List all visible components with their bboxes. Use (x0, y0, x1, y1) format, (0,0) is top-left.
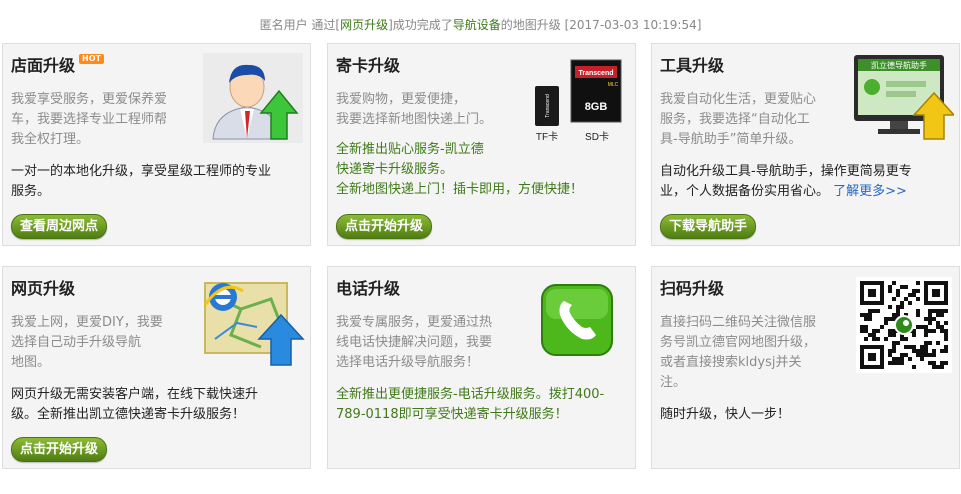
card-tool-upgrade: 工具升级 我爱自动化生活，更爱贴心 服务，我要选择“自动化工 具-导航助手”简单… (651, 43, 960, 246)
card-title: 寄卡升级 (336, 56, 401, 75)
card-scan-upgrade: 扫码升级 直接扫码二维码关注微信服 务号凯立德官网地图升级， 或者直接搜索kld… (651, 266, 960, 469)
card-title: 电话升级 (336, 279, 401, 298)
card-description: 直接扫码二维码关注微信服 务号凯立德官网地图升级， 或者直接搜索kldysj并关… (660, 315, 817, 390)
card-web-upgrade: 网页升级 我爱上网，更爱DIY，我要 选择自己动手升级导航 地图。 网页升级无需… (2, 266, 311, 469)
notice-middle: ]成功完成了 (388, 18, 453, 32)
find-stores-button[interactable]: 查看周边网点 (11, 214, 108, 239)
card-info: 随时升级，快人一步！ (660, 407, 791, 422)
notice-device-link[interactable]: 导航设备 (453, 18, 501, 32)
card-description: 我爱购物，更爱便捷， 我要选择新地图快递上门。 (336, 92, 493, 127)
sd-card-label: SD卡 (585, 130, 609, 143)
tf-card-brand: Transcend (545, 94, 551, 118)
learn-more-link[interactable]: 了解更多>> (833, 184, 907, 199)
card-store-upgrade: 店面升级 HOT 我爱享受服务，更爱保养爱 车，我要选择专业工程师帮 我全权打理。… (2, 43, 311, 246)
card-title: 网页升级 (11, 279, 76, 298)
notice-prefix: 匿名用户 通过[ (259, 18, 341, 32)
card-title: 工具升级 (660, 56, 725, 75)
card-description: 我爱专属服务，更爱通过热 线电话快捷解决问题，我要 选择电话升级导航服务！ (336, 315, 493, 370)
card-info: 一对一的本地化升级，享受星级工程师的专业 服务。 (11, 164, 272, 199)
phone-icon (541, 284, 613, 356)
download-assistant-button[interactable]: 下载导航助手 (660, 214, 757, 239)
monitor-tool-icon: 凯立德导航助手 (854, 55, 954, 140)
card-description: 我爱自动化生活，更爱贴心 服务，我要选择“自动化工 具-导航助手”简单升级。 (660, 92, 817, 147)
start-upgrade-button[interactable]: 点击开始升级 (11, 437, 108, 462)
card-info: 全新推出贴心服务-凯立德 快递寄卡升级服务。 全新地图快递上门！插卡即用，方便快… (336, 142, 584, 197)
card-mail-card-upgrade: 寄卡升级 我爱购物，更爱便捷， 我要选择新地图快递上门。 全新推出贴心服务-凯立… (327, 43, 636, 246)
notice-method-link[interactable]: 网页升级 (340, 18, 388, 32)
sd-card-type: MLC (608, 82, 619, 88)
card-phone-upgrade: 电话升级 我爱专属服务，更爱通过热 线电话快捷解决问题，我要 选择电话升级导航服… (327, 266, 636, 469)
card-title: 扫码升级 (660, 279, 725, 298)
hot-badge: HOT (79, 54, 104, 64)
sd-card-capacity: 8GB (585, 101, 608, 113)
monitor-screen-title: 凯立德导航助手 (871, 60, 927, 70)
memory-cards-icon: Transcend Transcend MLC 8GB TF卡 SD卡 (535, 59, 622, 143)
tf-card-label: TF卡 (536, 130, 558, 143)
notice-suffix: 的地图升级 [2017-03-03 10:19:54] (500, 18, 702, 32)
web-map-icon (203, 282, 305, 366)
card-description: 我爱享受服务，更爱保养爱 车，我要选择专业工程师帮 我全权打理。 (11, 92, 168, 147)
upgrade-notice: 匿名用户 通过[网页升级]成功完成了导航设备的地图升级 [2017-03-03 … (0, 16, 961, 34)
card-info: 全新推出更便捷服务-电话升级服务。拨打400- 789-0118即可享受快递寄卡… (336, 387, 605, 422)
card-description: 我爱上网，更爱DIY，我要 选择自己动手升级导航 地图。 (11, 315, 163, 370)
qr-code-icon[interactable] (856, 277, 952, 373)
start-upgrade-button[interactable]: 点击开始升级 (336, 214, 433, 239)
card-title: 店面升级 HOT (11, 54, 104, 76)
user-upgrade-icon (203, 53, 303, 143)
card-info: 自动化升级工具-导航助手，操作更简易更专 业，个人数据备份实用省心。 了解更多>… (660, 164, 912, 199)
sd-card-brand: Transcend (578, 70, 613, 77)
card-info: 网页升级无需安装客户端，在线下载快速升 级。全新推出凯立德快递寄卡升级服务！ (11, 387, 259, 422)
